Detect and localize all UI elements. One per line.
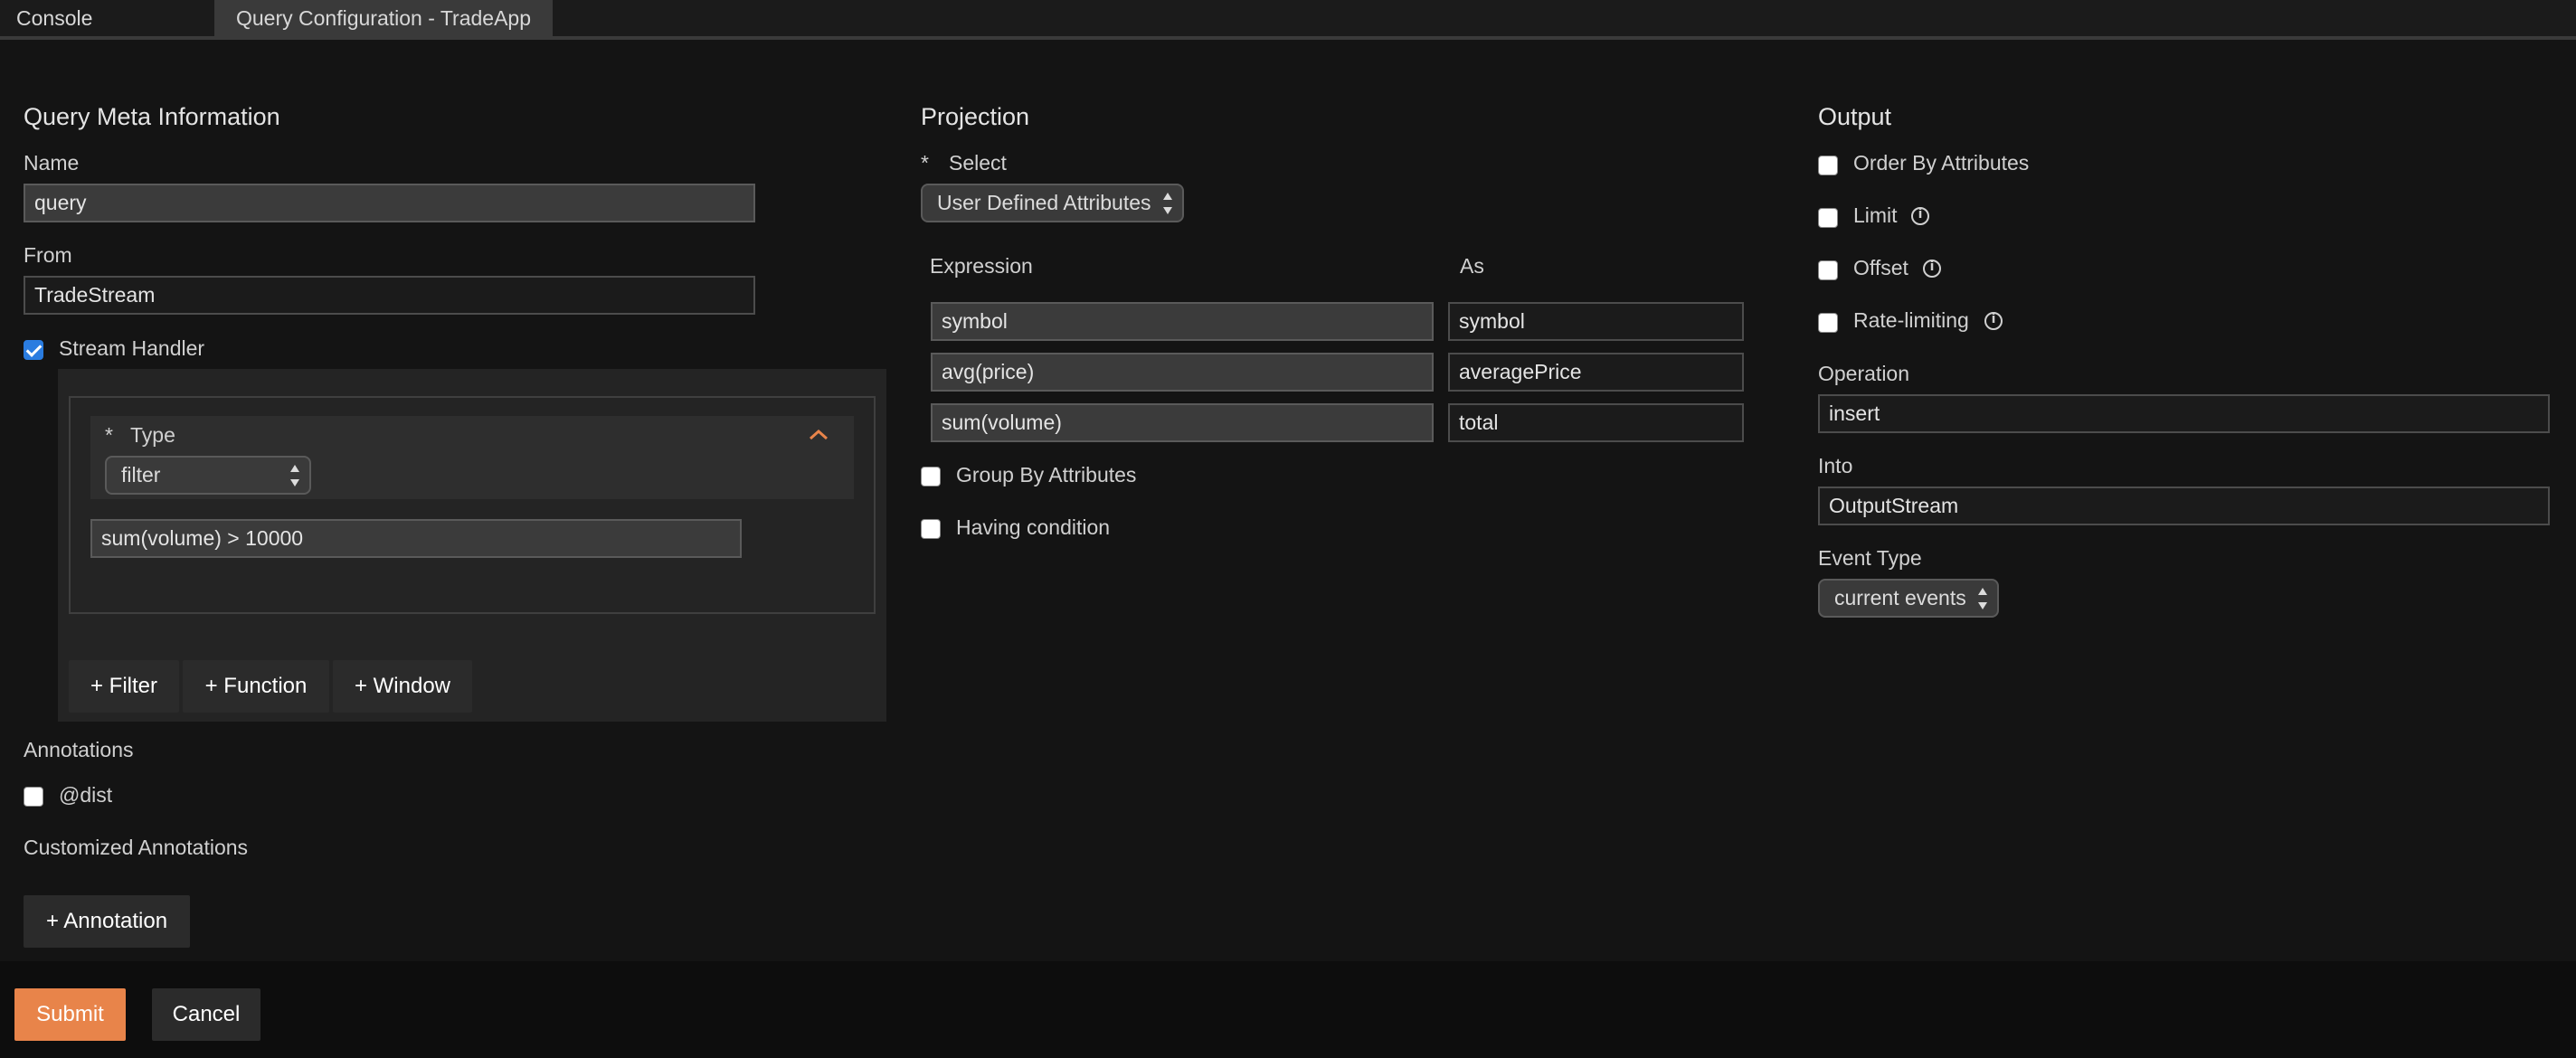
stream-handler-checkbox[interactable] <box>24 340 43 360</box>
into-field[interactable]: OutputStream <box>1818 486 2550 525</box>
select-arrows-icon <box>1162 193 1173 214</box>
meta-heading: Query Meta Information <box>24 103 280 130</box>
group-by-label: Group By Attributes <box>956 463 1137 486</box>
tab-query-configuration[interactable]: Query Configuration - TradeApp <box>214 0 553 36</box>
from-label: From <box>24 243 72 267</box>
annotations-label: Annotations <box>24 738 134 761</box>
projection-select-value: User Defined Attributes <box>937 191 1151 214</box>
group-by-checkbox[interactable] <box>921 467 941 486</box>
add-annotation-button[interactable]: + Annotation <box>24 895 190 948</box>
projection-expression-field[interactable]: avg(price) <box>931 353 1434 392</box>
submit-button[interactable]: Submit <box>14 988 126 1041</box>
as-header: As <box>1460 254 1484 278</box>
add-filter-button[interactable]: + Filter <box>69 660 179 713</box>
projection-as-field[interactable]: total <box>1448 403 1744 442</box>
select-arrows-icon <box>289 465 300 486</box>
handler-type-row: * Type filter <box>90 416 854 499</box>
select-arrows-icon <box>1977 588 1988 609</box>
stream-handler-label: Stream Handler <box>59 336 205 360</box>
type-select[interactable]: filter <box>105 456 311 495</box>
from-field[interactable]: TradeStream <box>24 276 755 315</box>
event-type-label: Event Type <box>1818 546 1922 570</box>
stream-handler-panel: * Type filter sum(volume) > 10000 + Filt… <box>58 369 886 722</box>
type-required-mark: * <box>105 423 113 447</box>
collapse-chevron-icon[interactable] <box>807 425 830 445</box>
add-function-button[interactable]: + Function <box>183 660 329 713</box>
event-type-select[interactable]: current events <box>1818 579 1999 618</box>
having-label: Having condition <box>956 515 1111 539</box>
rate-limiting-label: Rate-limiting <box>1853 308 1969 332</box>
order-by-label: Order By Attributes <box>1853 151 2030 175</box>
limit-checkbox[interactable] <box>1818 208 1838 228</box>
footer-bar: Submit Cancel <box>0 961 2576 1058</box>
projection-expression-field[interactable]: sum(volume) <box>931 403 1434 442</box>
rate-limiting-info-icon[interactable] <box>1984 312 2003 330</box>
having-checkbox[interactable] <box>921 519 941 539</box>
operation-field[interactable]: insert <box>1818 394 2550 433</box>
name-label: Name <box>24 151 80 175</box>
offset-info-icon[interactable] <box>1923 260 1941 278</box>
customized-annotations-label: Customized Annotations <box>24 836 249 859</box>
dist-label: @dist <box>59 783 113 807</box>
event-type-select-value: current events <box>1834 586 1966 609</box>
into-label: Into <box>1818 454 1853 477</box>
projection-heading: Projection <box>921 103 1030 130</box>
order-by-checkbox[interactable] <box>1818 156 1838 175</box>
projection-as-field[interactable]: averagePrice <box>1448 353 1744 392</box>
projection-as-field[interactable]: symbol <box>1448 302 1744 341</box>
projection-expression-field[interactable]: symbol <box>931 302 1434 341</box>
dist-checkbox[interactable] <box>24 787 43 807</box>
output-heading: Output <box>1818 103 1892 130</box>
offset-checkbox[interactable] <box>1818 260 1838 280</box>
limit-label: Limit <box>1853 203 1898 227</box>
offset-label: Offset <box>1853 256 1908 279</box>
select-required-mark: * <box>921 151 929 175</box>
filter-expression-field[interactable]: sum(volume) > 10000 <box>90 519 742 558</box>
operation-label: Operation <box>1818 362 1910 385</box>
select-label: Select <box>949 151 1007 175</box>
expression-header: Expression <box>930 254 1033 278</box>
tab-bar: Console Query Configuration - TradeApp <box>0 0 2576 40</box>
limit-info-icon[interactable] <box>1911 207 1929 225</box>
name-field[interactable]: query <box>24 184 755 222</box>
type-select-value: filter <box>121 463 161 486</box>
rate-limiting-checkbox[interactable] <box>1818 313 1838 333</box>
cancel-button[interactable]: Cancel <box>152 988 260 1041</box>
type-label: Type <box>130 423 175 447</box>
tab-console[interactable]: Console <box>0 0 213 36</box>
add-window-button[interactable]: + Window <box>333 660 472 713</box>
handler-box: * Type filter sum(volume) > 10000 <box>69 396 876 614</box>
projection-select[interactable]: User Defined Attributes <box>921 184 1184 222</box>
